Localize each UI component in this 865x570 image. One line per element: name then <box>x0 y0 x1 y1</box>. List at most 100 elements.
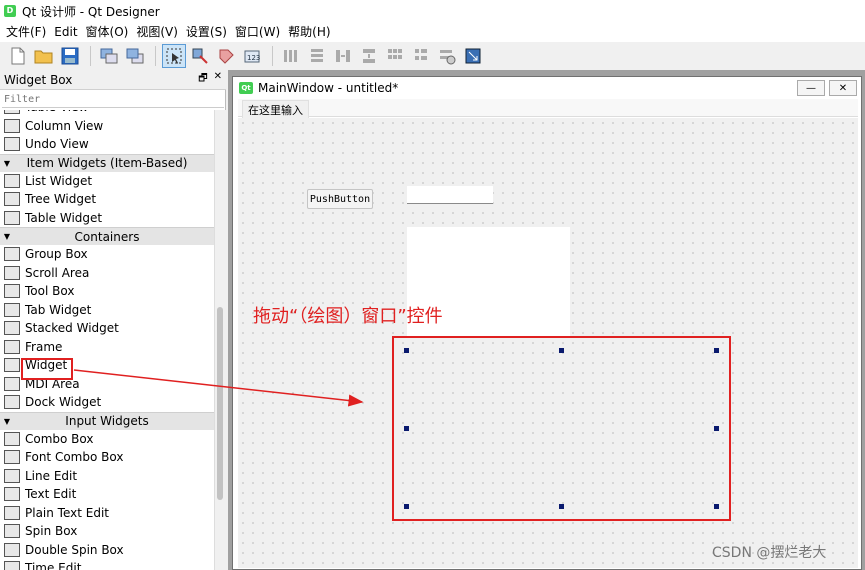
resize-handle[interactable] <box>404 348 409 353</box>
widget-list-item-label: Tab Widget <box>25 302 92 317</box>
widget-list-item[interactable]: Plain Text Edit <box>0 504 214 523</box>
menu-edit[interactable]: Edit <box>50 22 81 42</box>
resize-handle[interactable] <box>559 504 564 509</box>
drag-instruction-annotation: 拖动“（绘图）窗口”控件 <box>253 306 443 327</box>
widget-list-item[interactable]: Tab Widget <box>0 301 214 320</box>
edit-buddies-icon[interactable] <box>214 44 238 68</box>
widget-list-item-label: Dock Widget <box>25 395 102 410</box>
font-combo-box-icon <box>4 450 20 465</box>
csdn-watermark: CSDN @摆烂老大 <box>712 545 827 561</box>
form-canvas[interactable]: PushButton <box>238 118 858 568</box>
undo-view-icon <box>4 137 20 152</box>
menu-view[interactable]: 视图(V) <box>132 22 182 42</box>
main-toolbar: 123 <box>0 42 865 70</box>
tool-box-icon <box>4 284 20 299</box>
menu-window[interactable]: 窗口(W) <box>231 22 284 42</box>
layout-vertical-icon[interactable] <box>305 44 329 68</box>
save-icon[interactable] <box>58 44 82 68</box>
widget-list-item[interactable]: Combo Box <box>0 430 214 449</box>
widget-list-item[interactable]: Time Edit <box>0 559 214 570</box>
break-layout-icon[interactable] <box>435 44 459 68</box>
widget-list-item[interactable]: Text Edit <box>0 485 214 504</box>
widget-list-item[interactable]: List Widget <box>0 172 214 191</box>
minimize-icon[interactable]: — <box>797 80 825 96</box>
qt-logo-icon: Qt <box>239 82 253 94</box>
category-label: Item Widgets (Item-Based) <box>26 156 188 170</box>
widget-list-item-label: Frame <box>25 339 63 354</box>
widget-filter-input[interactable] <box>2 92 224 108</box>
resize-handle[interactable] <box>559 348 564 353</box>
widget-list-item-label: Line Edit <box>25 468 78 483</box>
edit-signals-slots-icon[interactable] <box>188 44 212 68</box>
widget-list-item[interactable]: Column View <box>0 117 214 136</box>
widget-list-item[interactable]: Font Combo Box <box>0 448 214 467</box>
chevron-down-icon: ▼ <box>3 232 11 241</box>
resize-handle[interactable] <box>714 348 719 353</box>
category-header[interactable]: ▼ Item Widgets (Item-Based) <box>0 153 214 172</box>
mdi-area-icon <box>4 376 20 391</box>
open-folder-icon[interactable] <box>32 44 56 68</box>
widget-list-item-label: Undo View <box>25 137 89 152</box>
adjust-size-icon[interactable] <box>461 44 485 68</box>
main-menu-bar: 文件(F) Edit 窗体(O) 视图(V) 设置(S) 窗口(W) 帮助(H) <box>0 22 865 42</box>
form-window-title: MainWindow - untitled* <box>258 81 399 95</box>
category-header[interactable]: ▼ Input Widgets <box>0 411 214 430</box>
widget-list-item-label: Time Edit <box>25 561 82 570</box>
layout-grid-icon[interactable] <box>383 44 407 68</box>
widget-list-item[interactable]: Group Box <box>0 245 214 264</box>
resize-handle[interactable] <box>404 426 409 431</box>
widget-list-item[interactable]: Tool Box <box>0 282 214 301</box>
scroll-area-icon <box>4 265 20 280</box>
column-view-icon <box>4 118 20 133</box>
category-header[interactable]: ▼ Containers <box>0 227 214 245</box>
line-edit[interactable] <box>407 186 493 204</box>
widget-highlight-box <box>21 358 73 380</box>
edit-tab-order-icon[interactable]: 123 <box>240 44 264 68</box>
widget-list-item[interactable]: Scroll Area <box>0 264 214 283</box>
menu-settings[interactable]: 设置(S) <box>182 22 231 42</box>
qt-designer-logo-icon: D <box>4 5 16 17</box>
menu-help[interactable]: 帮助(H) <box>284 22 334 42</box>
resize-handle[interactable] <box>714 504 719 509</box>
widget-list-item[interactable]: Tree Widget <box>0 190 214 209</box>
form-window-title-bar: Qt MainWindow - untitled* — ✕ <box>233 77 861 99</box>
bring-to-front-icon[interactable] <box>123 44 147 68</box>
tab-widget-icon <box>4 302 20 317</box>
resize-handle[interactable] <box>404 504 409 509</box>
category-label: Input Widgets <box>65 414 149 428</box>
close-panel-icon[interactable]: ✕ <box>214 71 222 88</box>
widget-list-item[interactable]: Stacked Widget <box>0 319 214 338</box>
dropped-widget-selection[interactable] <box>392 336 731 521</box>
layout-horizontal-splitter-icon[interactable] <box>331 44 355 68</box>
push-button[interactable]: PushButton <box>307 189 373 209</box>
float-panel-icon[interactable]: 🗗 <box>198 71 207 88</box>
widget-list-item[interactable]: Line Edit <box>0 467 214 486</box>
widget-list-item[interactable]: Dock Widget <box>0 393 214 412</box>
scrollbar-thumb[interactable] <box>217 307 223 500</box>
double-spin-box-icon <box>4 542 20 557</box>
layout-horizontal-icon[interactable] <box>279 44 303 68</box>
list-widget-icon <box>4 173 20 188</box>
widget-list-item[interactable]: Double Spin Box <box>0 541 214 560</box>
time-edit-icon <box>4 561 20 570</box>
widget-list-item[interactable]: Spin Box <box>0 522 214 541</box>
widget-list-item[interactable]: Table Widget <box>0 209 214 228</box>
resize-handle[interactable] <box>714 426 719 431</box>
group-box-icon <box>4 247 20 262</box>
widget-list-item[interactable]: Undo View <box>0 135 214 154</box>
widget-list-item[interactable]: Frame <box>0 338 214 357</box>
menu-file[interactable]: 文件(F) <box>2 22 50 42</box>
type-here-menu[interactable]: 在这里输入 <box>242 100 309 120</box>
edit-widgets-icon[interactable] <box>162 44 186 68</box>
send-to-back-icon[interactable] <box>97 44 121 68</box>
widget-list-item-label: Tool Box <box>25 284 75 299</box>
layout-form-icon[interactable] <box>409 44 433 68</box>
category-label: Containers <box>74 229 140 244</box>
new-file-icon[interactable] <box>6 44 30 68</box>
close-icon[interactable]: ✕ <box>829 80 857 96</box>
text-edit-icon <box>4 487 20 502</box>
chevron-down-icon: ▼ <box>3 158 11 168</box>
widget-list-item-label: Tree Widget <box>25 192 97 207</box>
menu-form[interactable]: 窗体(O) <box>82 22 133 42</box>
layout-vertical-splitter-icon[interactable] <box>357 44 381 68</box>
